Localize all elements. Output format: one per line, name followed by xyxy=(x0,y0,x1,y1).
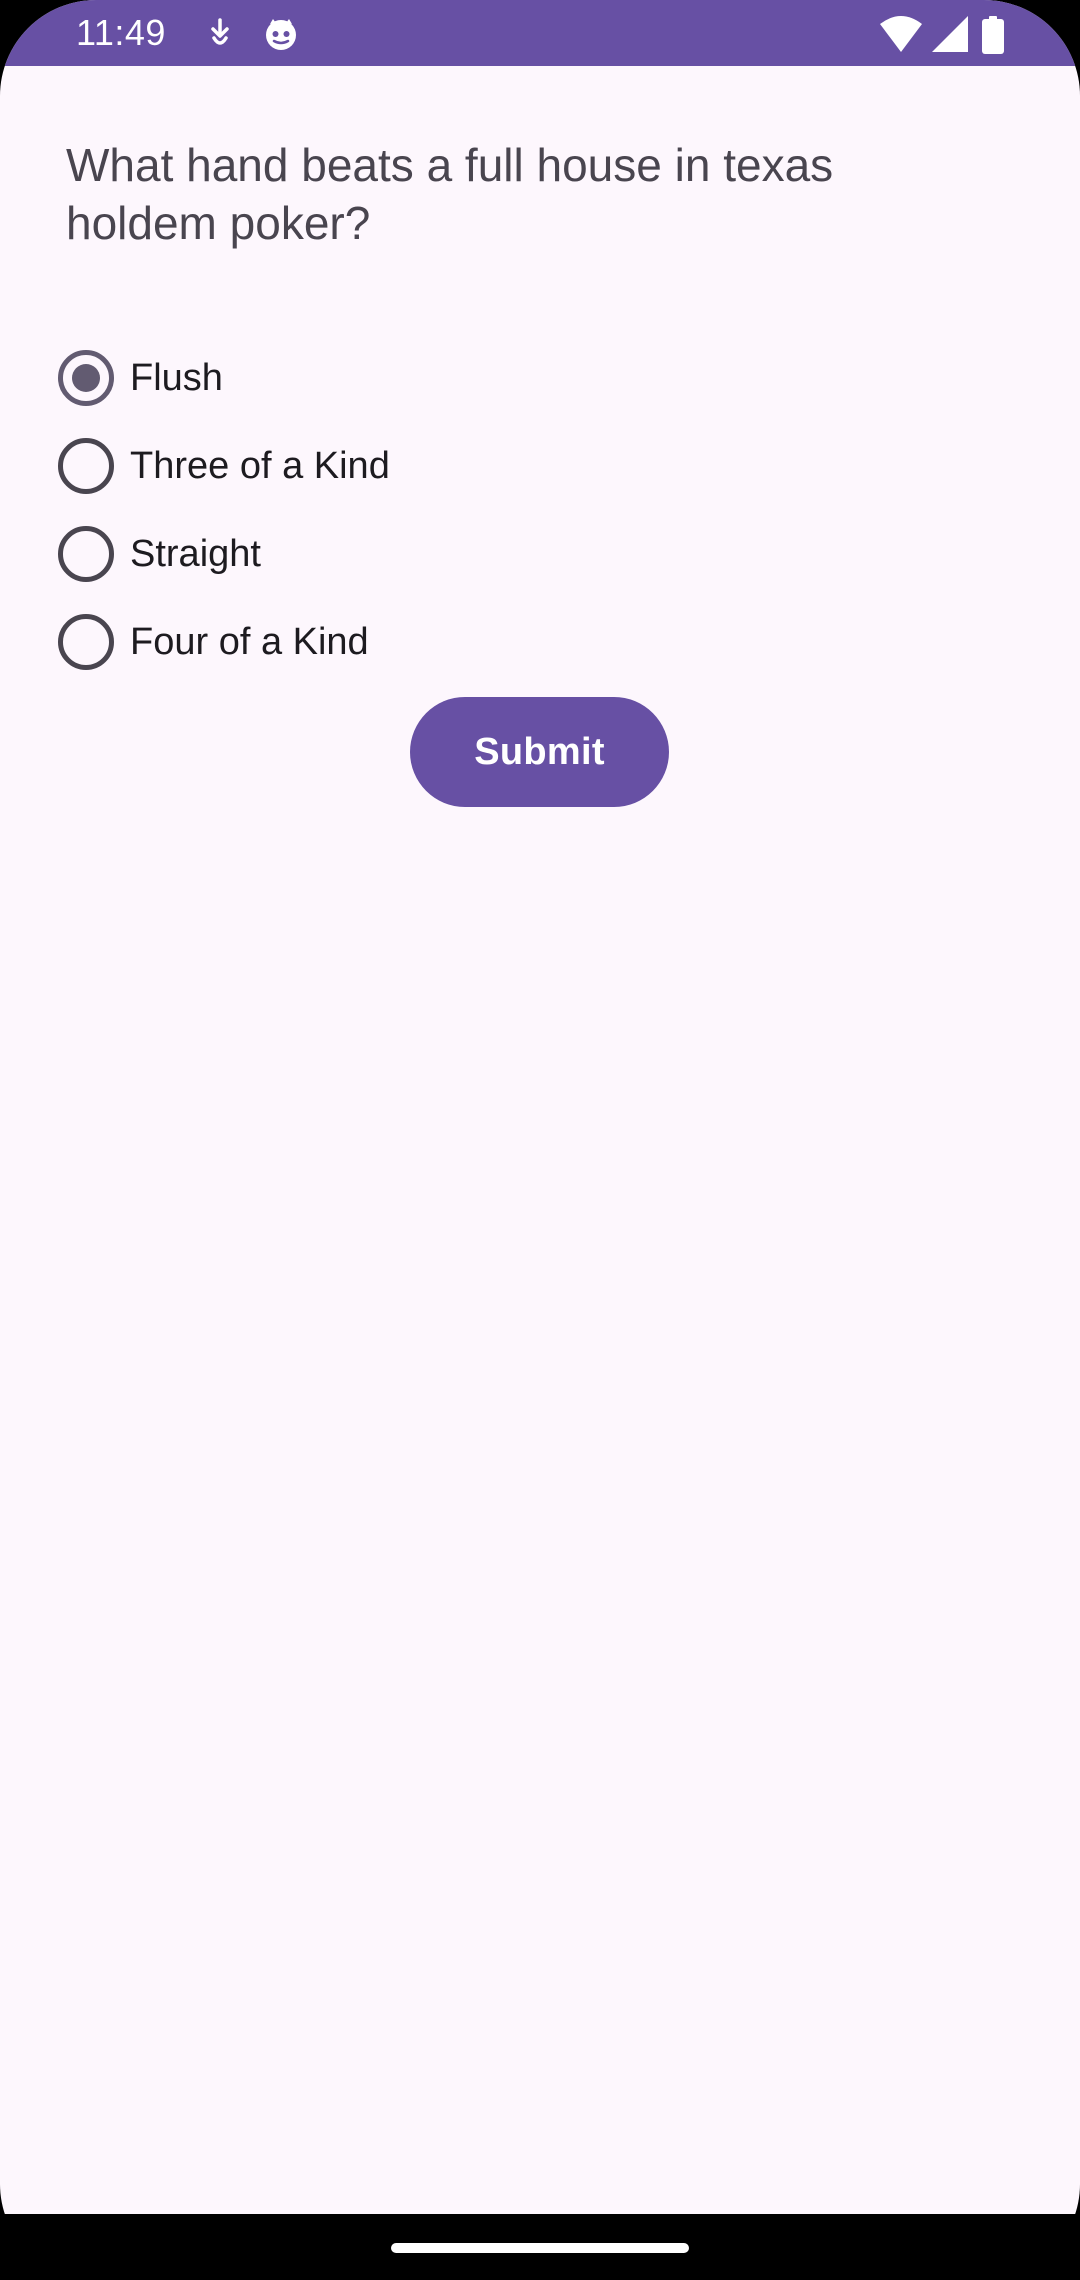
radio-button[interactable] xyxy=(58,614,114,670)
answer-radio-group: Flush Three of a Kind Straight Four of a… xyxy=(58,334,758,686)
answer-option-three-of-a-kind[interactable]: Three of a Kind xyxy=(58,422,758,510)
download-notification-icon xyxy=(200,14,240,54)
answer-option-label: Four of a Kind xyxy=(130,621,369,663)
cell-signal-icon xyxy=(930,14,970,54)
status-bar: 11:49 xyxy=(0,0,1080,66)
radio-button[interactable] xyxy=(58,350,114,406)
wifi-icon xyxy=(878,14,924,54)
answer-option-straight[interactable]: Straight xyxy=(58,510,758,598)
app-notification-icon xyxy=(261,14,301,54)
submit-button[interactable]: Submit xyxy=(410,697,669,807)
answer-option-flush[interactable]: Flush xyxy=(58,334,758,422)
app-window: 11:49 What hand beats a full house in te… xyxy=(0,0,1080,2280)
status-time: 11:49 xyxy=(76,12,166,53)
radio-button[interactable] xyxy=(58,438,114,494)
answer-option-label: Straight xyxy=(130,533,261,575)
home-indicator[interactable] xyxy=(391,2243,689,2253)
device-screen: 11:49 What hand beats a full house in te… xyxy=(0,0,1080,2280)
question-text: What hand beats a full house in texas ho… xyxy=(66,139,834,249)
battery-icon xyxy=(982,16,1004,56)
radio-selected-dot xyxy=(72,364,100,392)
answer-option-label: Flush xyxy=(130,357,223,399)
answer-option-label: Three of a Kind xyxy=(130,445,390,487)
answer-option-four-of-a-kind[interactable]: Four of a Kind xyxy=(58,598,758,686)
radio-button[interactable] xyxy=(58,526,114,582)
